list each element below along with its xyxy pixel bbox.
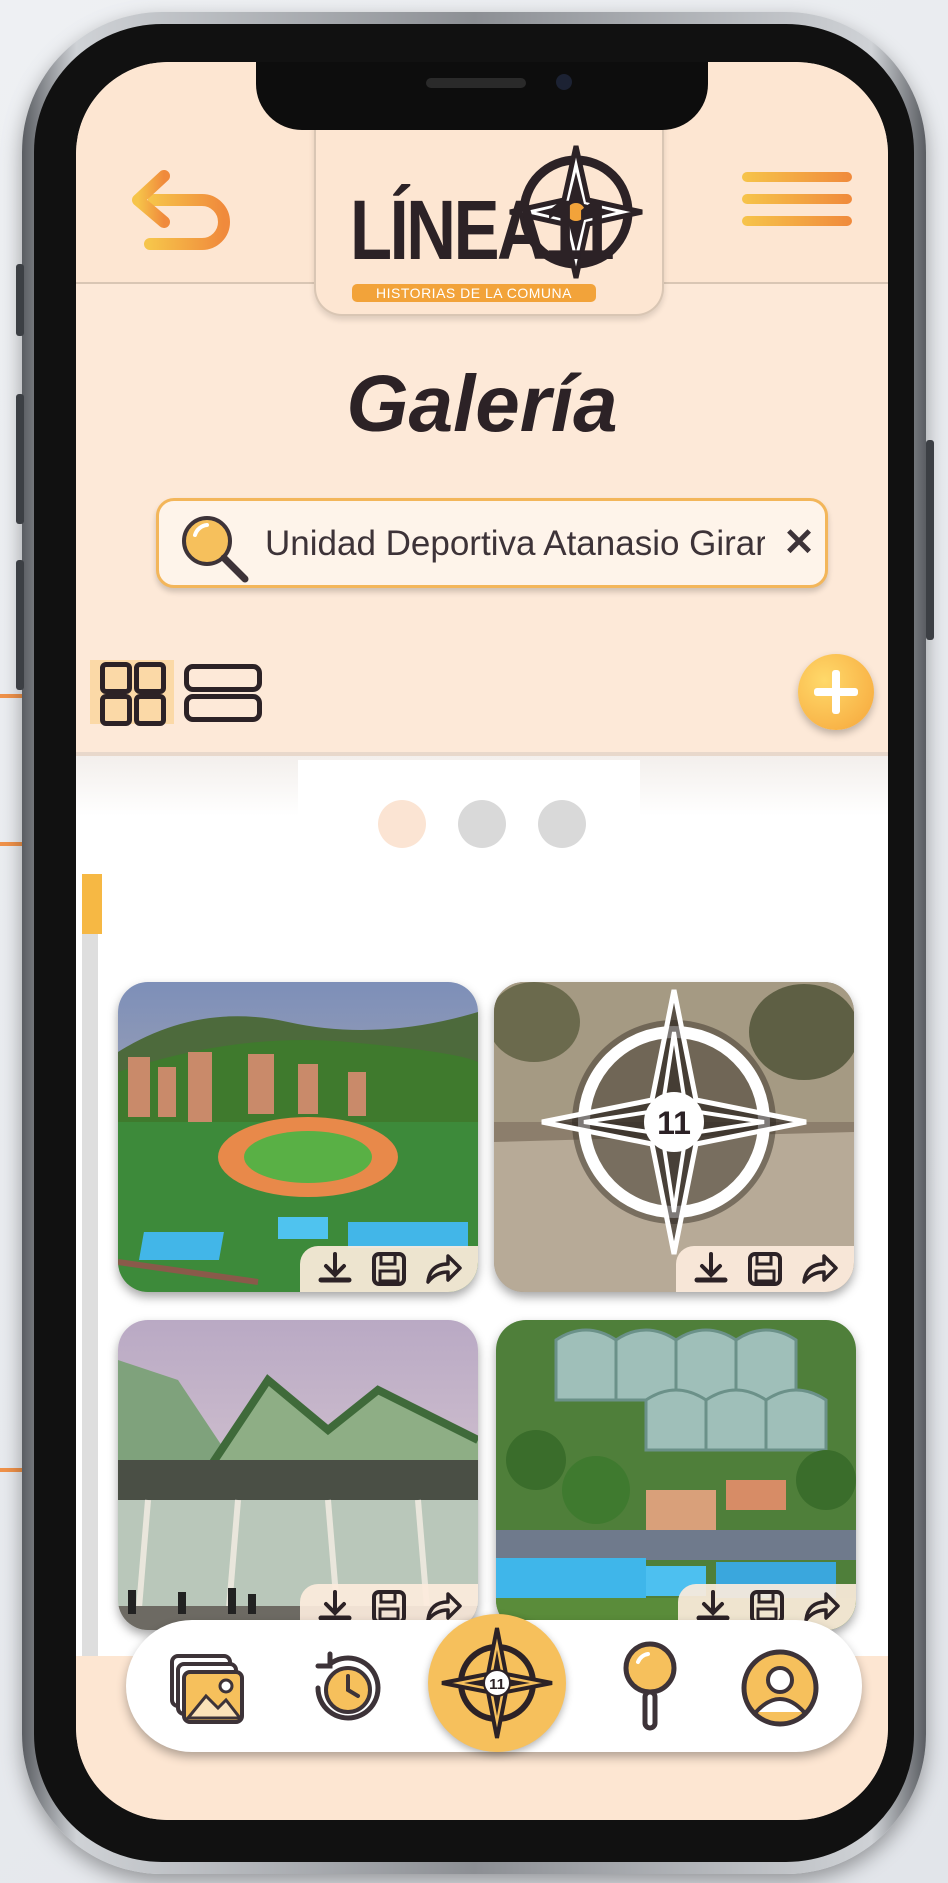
add-photo-button[interactable] [798, 654, 874, 730]
carousel-dot[interactable] [458, 800, 506, 848]
home-compass-number: 11 [489, 1676, 505, 1693]
notch [256, 62, 708, 130]
menu-button[interactable] [742, 172, 852, 242]
scrollbar-thumb[interactable] [82, 874, 102, 934]
share-icon[interactable] [800, 1250, 838, 1288]
list-view-button[interactable] [184, 662, 262, 722]
gallery-card[interactable] [118, 1320, 478, 1630]
clear-search-button[interactable]: ✕ [779, 523, 819, 563]
logo-tagline: HISTORIAS DE LA COMUNA [352, 284, 596, 302]
compass-number: 11 [657, 1105, 691, 1141]
gallery-card[interactable]: 11 [494, 982, 854, 1292]
logo: LÍNEA11 HISTORIAS DE LA COMUNA [314, 122, 664, 316]
home-compass-icon: 11 [441, 1627, 553, 1739]
save-icon[interactable] [746, 1250, 784, 1288]
back-arrow-icon [132, 170, 230, 250]
phone-side-button [16, 394, 24, 524]
search-icon [182, 516, 249, 583]
carousel-dot[interactable] [538, 800, 586, 848]
logo-wordmark: LÍNEA11 [350, 183, 615, 277]
app-screen: LÍNEA11 HISTORIAS DE LA COMUNA Galería ✕ [76, 62, 888, 1820]
download-icon[interactable] [692, 1250, 730, 1288]
card-actions [676, 1246, 854, 1292]
nav-search[interactable] [608, 1634, 692, 1734]
gallery-icon [170, 1654, 244, 1724]
nav-profile[interactable] [738, 1646, 822, 1730]
phone-side-button [16, 264, 24, 336]
save-icon[interactable] [370, 1250, 408, 1288]
search-input[interactable] [265, 519, 765, 569]
hamburger-icon [742, 172, 852, 182]
gallery-card[interactable] [118, 982, 478, 1292]
nav-home[interactable]: 11 [428, 1614, 566, 1752]
view-toolbar [76, 642, 888, 756]
share-icon[interactable] [424, 1250, 462, 1288]
phone-side-button [16, 560, 24, 690]
gallery-card[interactable] [496, 1320, 856, 1630]
grid-view-button[interactable] [90, 660, 174, 726]
nav-gallery[interactable] [164, 1646, 248, 1730]
bottom-nav: 11 [126, 1614, 862, 1752]
carousel-dot[interactable] [378, 800, 426, 848]
search-pin-icon [623, 1641, 677, 1731]
page-title: Galería [346, 359, 618, 448]
download-icon[interactable] [316, 1250, 354, 1288]
scrollbar-track[interactable] [82, 874, 98, 1686]
profile-icon [741, 1649, 819, 1727]
search-bar: ✕ [156, 498, 828, 588]
gallery-grid: 11 [76, 756, 888, 1686]
back-button[interactable] [124, 160, 234, 250]
card-actions [300, 1246, 478, 1292]
phone-side-button [926, 440, 934, 640]
nav-history[interactable] [304, 1646, 388, 1730]
history-clock-icon [315, 1651, 381, 1721]
